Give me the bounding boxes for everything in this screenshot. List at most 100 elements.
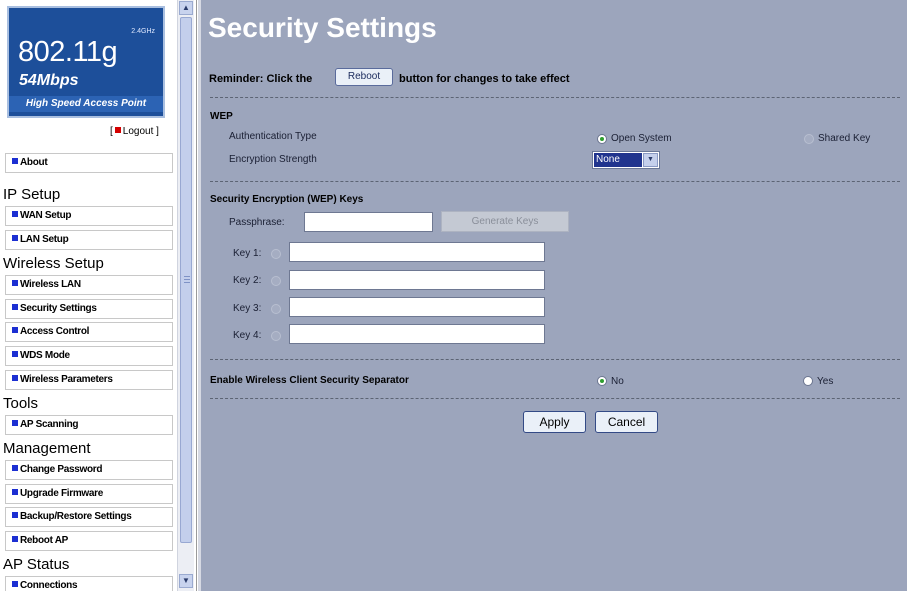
bullet-icon — [12, 512, 18, 518]
scroll-thumb[interactable] — [180, 17, 192, 543]
nav-item-backup-restore-settings[interactable]: Backup/Restore Settings — [5, 507, 173, 527]
auth-shared-key-label: Shared Key — [818, 133, 871, 144]
nav-item-wireless-lan[interactable]: Wireless LAN — [5, 275, 173, 295]
chevron-down-icon[interactable]: ▼ — [643, 153, 658, 167]
auth-type-label: Authentication Type — [229, 131, 317, 142]
bullet-icon — [12, 158, 18, 164]
auth-open-system-label: Open System — [611, 133, 672, 144]
scroll-grip-line — [184, 276, 190, 277]
nav-item-about[interactable]: About — [5, 153, 173, 173]
key-4-label: Key 4: — [233, 330, 262, 341]
nav-item-wds-mode[interactable]: WDS Mode — [5, 346, 173, 366]
nav-item-label: WDS Mode — [20, 350, 70, 361]
logo-standard: 802.11g — [18, 36, 118, 68]
nav-section-ip-setup: IP Setup — [3, 186, 61, 203]
key-3-input[interactable] — [289, 297, 545, 317]
logo-tagline: High Speed Access Point — [9, 96, 163, 112]
nav-item-label: WAN Setup — [20, 210, 72, 221]
key-1-radio — [271, 249, 281, 259]
nav-item-label: Upgrade Firmware — [20, 488, 104, 499]
reminder-after: button for changes to take effect — [399, 73, 570, 85]
wep-keys-heading: Security Encryption (WEP) Keys — [210, 194, 364, 205]
passphrase-input[interactable] — [304, 212, 433, 232]
nav-item-label: Wireless Parameters — [20, 374, 113, 385]
bullet-icon — [12, 420, 18, 426]
nav-item-reboot-ap[interactable]: Reboot AP — [5, 531, 173, 551]
scroll-up-arrow-icon[interactable]: ▲ — [179, 1, 193, 15]
bullet-icon — [12, 489, 18, 495]
generate-keys-button: Generate Keys — [441, 211, 569, 232]
key-3-label: Key 3: — [233, 303, 262, 314]
nav-item-wireless-parameters[interactable]: Wireless Parameters — [5, 370, 173, 390]
product-logo: 2.4GHz 802.11g 54Mbps High Speed Access … — [7, 6, 165, 118]
nav-item-label: AP Scanning — [20, 419, 79, 430]
nav-item-security-settings[interactable]: Security Settings — [5, 299, 173, 319]
nav-item-wan-setup[interactable]: WAN Setup — [5, 206, 173, 226]
key-2-label: Key 2: — [233, 275, 262, 286]
scroll-grip-line — [184, 282, 190, 283]
bullet-icon — [12, 280, 18, 286]
page-title: Security Settings — [208, 12, 437, 43]
bullet-icon — [12, 351, 18, 357]
separator-no-label: No — [611, 376, 624, 387]
bullet-icon — [12, 465, 18, 471]
bullet-icon — [12, 235, 18, 241]
nav-item-label: Security Settings — [20, 303, 97, 314]
nav-item-label: Reboot AP — [20, 535, 69, 546]
encryption-strength-label: Encryption Strength — [229, 154, 317, 165]
passphrase-label: Passphrase: — [229, 217, 285, 228]
cancel-button[interactable]: Cancel — [595, 411, 658, 433]
logout-close-bracket: ] — [156, 126, 159, 137]
key-2-input[interactable] — [289, 270, 545, 290]
divider — [210, 359, 900, 360]
nav-section-wireless-setup: Wireless Setup — [3, 255, 104, 272]
nav-item-label: Change Password — [20, 464, 103, 475]
nav-item-label: Wireless LAN — [20, 279, 81, 290]
nav-item-change-password[interactable]: Change Password — [5, 460, 173, 480]
scroll-down-arrow-icon[interactable]: ▼ — [179, 574, 193, 588]
nav-item-ap-scanning[interactable]: AP Scanning — [5, 415, 173, 435]
content-frame: Security Settings Reminder: Click the bu… — [198, 0, 907, 591]
key-3-radio — [271, 304, 281, 314]
auth-shared-key-radio — [804, 134, 814, 144]
nav-item-label: LAN Setup — [20, 234, 69, 245]
divider — [210, 398, 900, 399]
nav-scrollbar[interactable]: ▲ ▼ — [177, 0, 194, 591]
logout-open-bracket: [ — [110, 126, 113, 137]
bullet-icon — [12, 375, 18, 381]
encryption-strength-select[interactable]: None ▼ — [592, 151, 660, 169]
nav-item-upgrade-firmware[interactable]: Upgrade Firmware — [5, 484, 173, 504]
nav-item-label: Backup/Restore Settings — [20, 511, 132, 522]
logo-frequency: 2.4GHz — [131, 28, 155, 35]
divider — [210, 97, 900, 98]
nav-section-tools: Tools — [3, 395, 39, 412]
nav-item-access-control[interactable]: Access Control — [5, 322, 173, 342]
key-1-label: Key 1: — [233, 248, 262, 259]
nav-section-management: Management — [3, 440, 91, 457]
logout-bullet-icon — [114, 127, 121, 133]
nav-item-label: About — [20, 157, 48, 168]
client-separator-label: Enable Wireless Client Security Separato… — [210, 375, 409, 386]
reboot-button[interactable]: Reboot — [335, 68, 393, 86]
navigation-frame: 2.4GHz 802.11g 54Mbps High Speed Access … — [0, 0, 197, 591]
bullet-icon — [12, 304, 18, 310]
nav-item-connections[interactable]: Connections — [5, 576, 173, 591]
bullet-icon — [12, 211, 18, 217]
key-2-radio — [271, 276, 281, 286]
scroll-grip-line — [184, 279, 190, 280]
logout-label: Logout — [122, 126, 154, 137]
reminder-before: Reminder: Click the — [209, 73, 313, 85]
logout-link[interactable]: [ Logout ] — [110, 126, 159, 137]
bullet-icon — [12, 327, 18, 333]
separator-yes-radio[interactable] — [803, 376, 813, 386]
key-4-input[interactable] — [289, 324, 545, 344]
auth-open-system-radio[interactable] — [597, 134, 607, 144]
nav-item-label: Connections — [20, 580, 78, 591]
nav-item-lan-setup[interactable]: LAN Setup — [5, 230, 173, 250]
key-1-input[interactable] — [289, 242, 545, 262]
bullet-icon — [12, 581, 18, 587]
apply-button[interactable]: Apply — [523, 411, 586, 433]
key-4-radio — [271, 331, 281, 341]
separator-no-radio[interactable] — [597, 376, 607, 386]
bullet-icon — [12, 536, 18, 542]
